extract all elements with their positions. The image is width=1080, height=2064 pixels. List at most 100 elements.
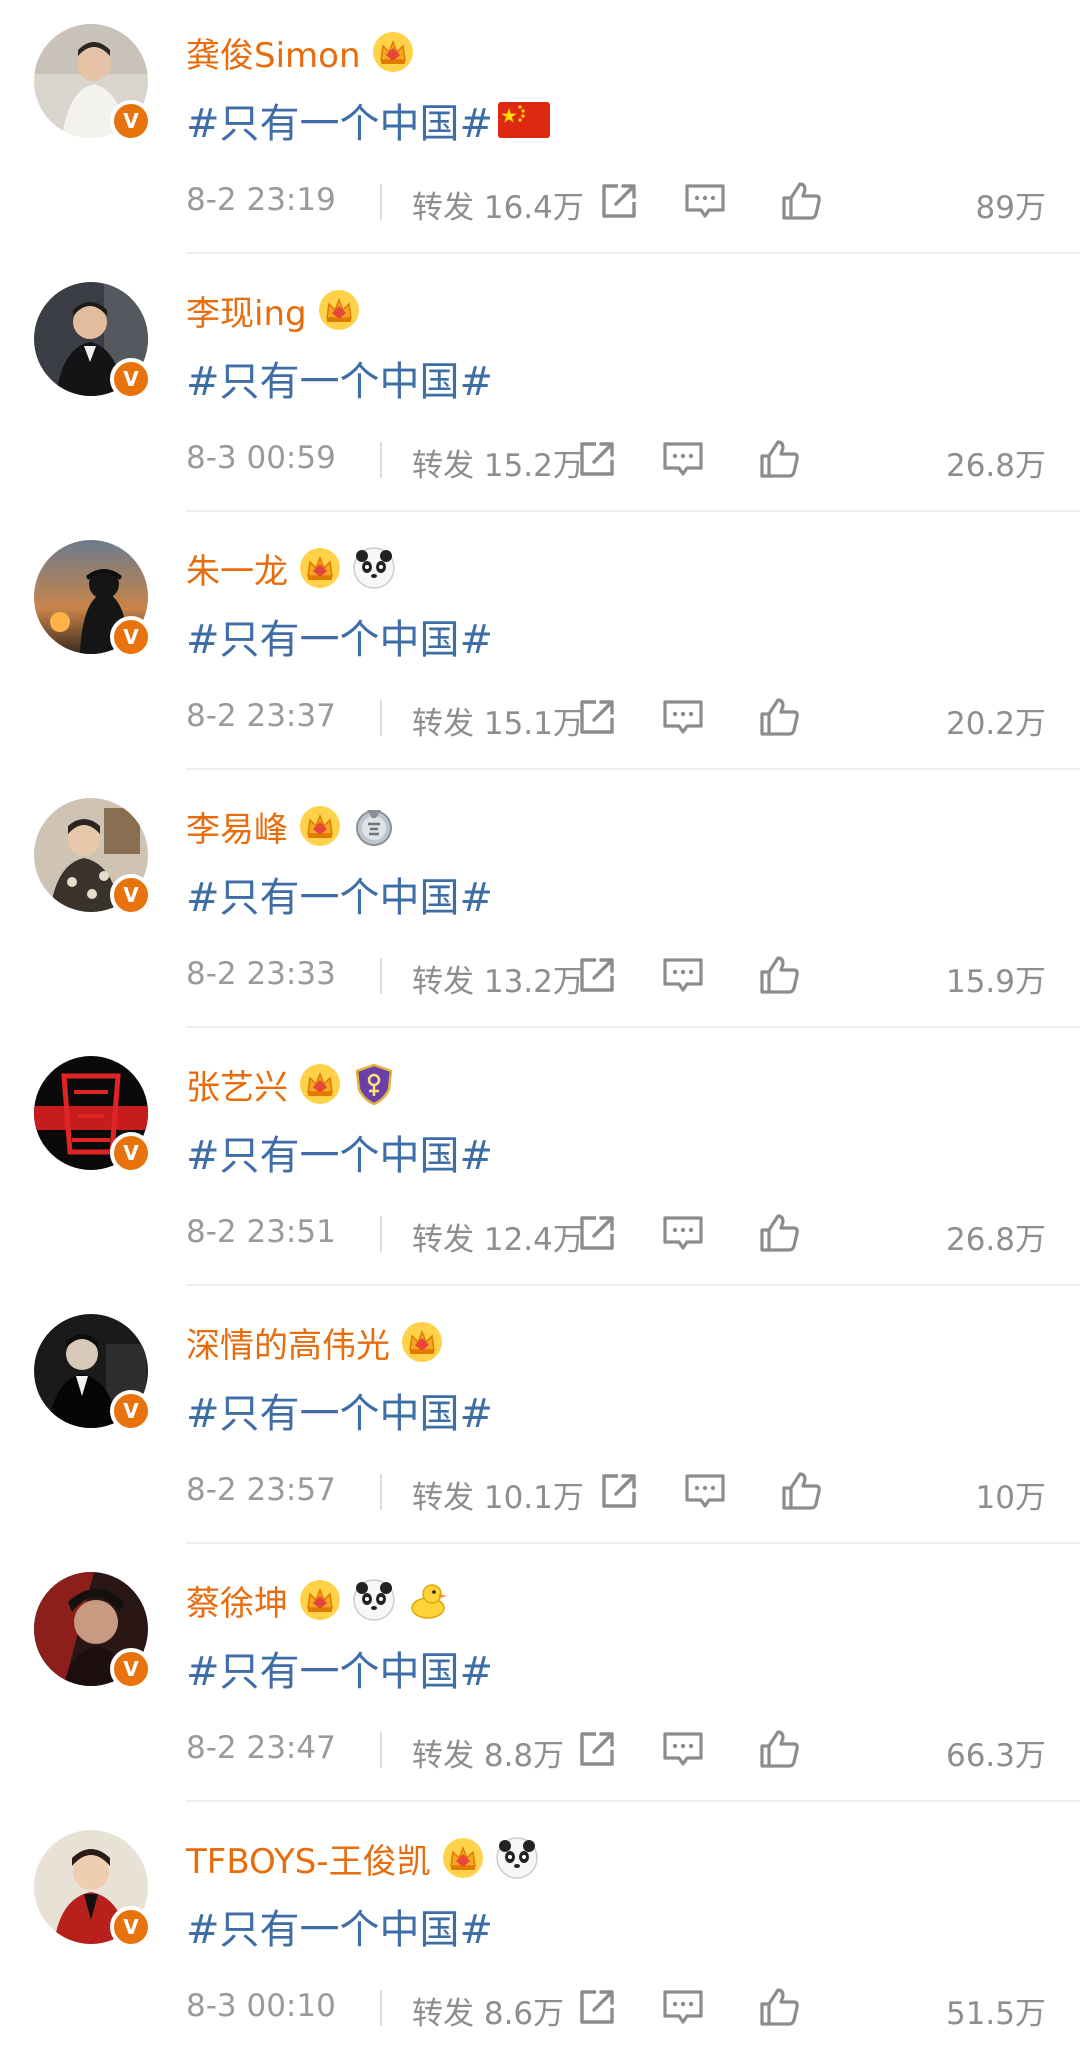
like-icon[interactable] xyxy=(756,1984,802,2030)
post-content[interactable]: #只有一个中国# xyxy=(186,350,493,406)
weibo-post[interactable]: V TFBOYS-王俊凯 #只有一个中国# 8-3 00:10 转发 8.6万 51.5万 xyxy=(0,1806,1080,2064)
repost-count: 转发 8.6万 xyxy=(412,1988,564,2033)
hashtag-link[interactable]: #只有一个中国# xyxy=(186,1897,493,1955)
crown-badge-icon[interactable] xyxy=(441,1836,485,1880)
weibo-post[interactable]: V 龚俊Simon #只有一个中国# 8-2 23:19 转发 16.4万 89万 xyxy=(0,0,1080,260)
avatar[interactable]: V xyxy=(34,540,152,658)
author-name[interactable]: 龚俊Simon xyxy=(186,28,361,77)
comment-icon[interactable] xyxy=(660,436,706,482)
crown-badge-icon[interactable] xyxy=(298,546,342,590)
author-name[interactable]: 李现ing xyxy=(186,286,307,335)
crown-badge-icon[interactable] xyxy=(317,288,361,332)
post-timestamp: 8-2 23:51 xyxy=(186,1214,336,1250)
crown-badge-icon[interactable] xyxy=(298,1062,342,1106)
like-icon[interactable] xyxy=(756,694,802,740)
panda-badge-icon[interactable] xyxy=(352,546,396,590)
hashtag-link[interactable]: #只有一个中国# xyxy=(186,1123,493,1181)
footer-divider xyxy=(380,1216,382,1252)
author-name[interactable]: 李易峰 xyxy=(186,802,288,851)
post-footer: 8-2 23:33 转发 13.2万 15.9万 xyxy=(186,946,1046,1002)
comment-icon[interactable] xyxy=(660,1210,706,1256)
verified-badge-letter: V xyxy=(123,1141,139,1165)
post-content[interactable]: #只有一个中国# xyxy=(186,608,493,664)
repost-number: 16.4万 xyxy=(483,190,584,226)
hashtag-link[interactable]: #只有一个中国# xyxy=(186,349,493,407)
weibo-post[interactable]: V 朱一龙 #只有一个中国# 8-2 23:37 转发 15.1万 20.2万 xyxy=(0,516,1080,776)
like-icon[interactable] xyxy=(756,436,802,482)
like-count: 26.8万 xyxy=(945,1222,1046,1258)
author-name[interactable]: 朱一龙 xyxy=(186,544,288,593)
weibo-post[interactable]: V 李易峰 #只有一个中国# 8-2 23:33 转发 13.2万 15.9万 xyxy=(0,774,1080,1034)
post-timestamp: 8-2 23:37 xyxy=(186,698,336,734)
author-name[interactable]: 蔡徐坤 xyxy=(186,1576,288,1625)
footer-divider xyxy=(380,1732,382,1768)
avatar[interactable]: V xyxy=(34,282,152,400)
author-name[interactable]: 张艺兴 xyxy=(186,1060,288,1109)
share-icon[interactable] xyxy=(574,952,620,998)
like-count: 10万 xyxy=(975,1480,1046,1516)
avatar[interactable]: V xyxy=(34,1830,152,1948)
share-icon[interactable] xyxy=(574,1726,620,1772)
verified-badge-letter: V xyxy=(123,1657,139,1681)
weibo-post[interactable]: V 深情的高伟光 #只有一个中国# 8-2 23:57 转发 10.1万 10万 xyxy=(0,1290,1080,1550)
hashtag-link[interactable]: #只有一个中国# xyxy=(186,865,493,923)
like-icon[interactable] xyxy=(756,1726,802,1772)
post-content[interactable]: #只有一个中国# xyxy=(186,1640,493,1696)
crown-badge-icon[interactable] xyxy=(298,1578,342,1622)
repost-count: 转发 12.4万 xyxy=(412,1214,584,1259)
hashtag-link[interactable]: #只有一个中国# xyxy=(186,91,493,149)
crown-badge-icon[interactable] xyxy=(298,804,342,848)
comment-icon[interactable] xyxy=(660,1984,706,2030)
post-content[interactable]: #只有一个中国# xyxy=(186,92,551,148)
weibo-feed: V 龚俊Simon #只有一个中国# 8-2 23:19 转发 16.4万 89万 V 李现i… xyxy=(0,0,1080,2064)
comment-icon[interactable] xyxy=(682,178,728,224)
share-icon[interactable] xyxy=(596,1468,642,1514)
avatar[interactable]: V xyxy=(34,1314,152,1432)
panda-badge-icon[interactable] xyxy=(495,1836,539,1880)
like-icon[interactable] xyxy=(778,178,824,224)
author-name[interactable]: 深情的高伟光 xyxy=(186,1318,390,1367)
crown-badge-icon[interactable] xyxy=(400,1320,444,1364)
like-icon[interactable] xyxy=(756,1210,802,1256)
share-icon[interactable] xyxy=(574,436,620,482)
shield-badge-icon[interactable] xyxy=(352,1062,396,1106)
panda-badge-icon[interactable] xyxy=(352,1578,396,1622)
post-timestamp: 8-2 23:33 xyxy=(186,956,336,992)
weibo-post[interactable]: V 蔡徐坤 #只有一个中国# 8-2 23:47 转发 8.8万 66.3万 xyxy=(0,1548,1080,1808)
hashtag-link[interactable]: #只有一个中国# xyxy=(186,1639,493,1697)
weibo-post[interactable]: V 李现ing #只有一个中国# 8-3 00:59 转发 15.2万 26.8万 xyxy=(0,258,1080,518)
hashtag-link[interactable]: #只有一个中国# xyxy=(186,1381,493,1439)
avatar[interactable]: V xyxy=(34,1572,152,1690)
repost-number: 15.1万 xyxy=(483,706,584,742)
crown-badge-icon[interactable] xyxy=(371,30,415,74)
like-icon[interactable] xyxy=(778,1468,824,1514)
repost-label: 转发 xyxy=(412,190,474,226)
comment-icon[interactable] xyxy=(682,1468,728,1514)
comment-icon[interactable] xyxy=(660,694,706,740)
weibo-post[interactable]: V 张艺兴 #只有一个中国# 8-2 23:51 转发 12.4万 26.8万 xyxy=(0,1032,1080,1292)
avatar[interactable]: V xyxy=(34,798,152,916)
share-icon[interactable] xyxy=(596,178,642,224)
post-content[interactable]: #只有一个中国# xyxy=(186,1382,493,1438)
share-icon[interactable] xyxy=(574,694,620,740)
comment-icon[interactable] xyxy=(660,1726,706,1772)
avatar[interactable]: V xyxy=(34,1056,152,1174)
duck-badge-icon[interactable] xyxy=(406,1578,450,1622)
post-content[interactable]: #只有一个中国# xyxy=(186,1124,493,1180)
repost-count: 转发 13.2万 xyxy=(412,956,584,1001)
like-icon[interactable] xyxy=(756,952,802,998)
share-icon[interactable] xyxy=(574,1984,620,2030)
author-row: 张艺兴 xyxy=(186,1058,396,1110)
repost-label: 转发 xyxy=(412,1222,474,1258)
author-row: 李易峰 xyxy=(186,800,396,852)
post-divider xyxy=(186,510,1080,512)
share-icon[interactable] xyxy=(574,1210,620,1256)
hashtag-link[interactable]: #只有一个中国# xyxy=(186,607,493,665)
post-content[interactable]: #只有一个中国# xyxy=(186,1898,493,1954)
comment-icon[interactable] xyxy=(660,952,706,998)
post-divider xyxy=(186,1800,1080,1802)
post-content[interactable]: #只有一个中国# xyxy=(186,866,493,922)
author-name[interactable]: TFBOYS-王俊凯 xyxy=(186,1834,431,1883)
avatar[interactable]: V xyxy=(34,24,152,142)
answer-medal-badge-icon[interactable] xyxy=(352,804,396,848)
